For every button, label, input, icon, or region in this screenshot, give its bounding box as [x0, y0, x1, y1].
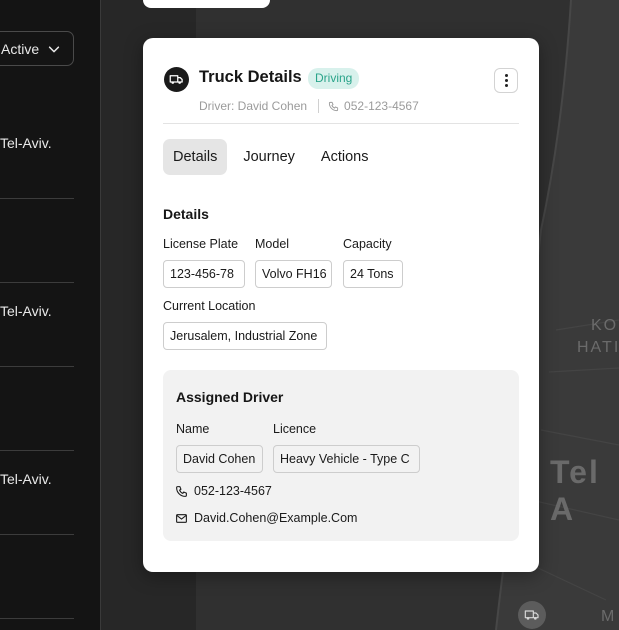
tab-bar: Details Journey Actions — [163, 139, 384, 175]
license-plate-field: 123-456-78 — [163, 260, 245, 288]
driver-summary: Driver: David Cohen 052-123-4567 — [199, 99, 419, 113]
current-location-label: Current Location — [163, 299, 256, 313]
driver-name-field: David Cohen — [176, 445, 263, 473]
kebab-menu-icon — [504, 74, 508, 77]
list-item-location[interactable]: Tel-Aviv. — [0, 471, 74, 487]
status-filter-value: Active — [1, 40, 40, 57]
list-divider — [0, 534, 74, 535]
map-truck-marker[interactable] — [518, 601, 546, 629]
list-item-location[interactable]: Tel-Aviv. — [0, 303, 74, 319]
truck-details-card: Truck Details Driving Driver: David Cohe… — [143, 38, 539, 572]
driver-name-label: Name — [176, 422, 210, 436]
truck-list-panel: Active Tel-Aviv. Tel-Aviv. Tel-Aviv. — [0, 0, 101, 630]
driver-name-text: Driver: David Cohen — [199, 99, 308, 113]
phone-icon — [176, 485, 187, 497]
map-city-label: Tel A — [550, 454, 600, 527]
license-plate-label: License Plate — [163, 237, 239, 251]
driver-email-row[interactable]: David.Cohen@Example.Com — [175, 511, 357, 525]
list-divider — [0, 618, 74, 619]
tab-journey[interactable]: Journey — [233, 139, 305, 175]
status-badge: Driving — [308, 68, 360, 89]
model-label: Model — [255, 237, 290, 251]
previous-card-edge — [143, 0, 270, 8]
map-label: KO — [591, 317, 619, 334]
list-divider — [0, 198, 74, 199]
map-label: M — [601, 608, 617, 625]
tab-details[interactable]: Details — [163, 139, 228, 175]
driver-email: David.Cohen@Example.Com — [194, 511, 358, 525]
driver-phone-text: 052-123-4567 — [344, 99, 419, 113]
truck-avatar — [164, 67, 189, 92]
driver-licence-field: Heavy Vehicle - Type C — [273, 445, 420, 473]
mail-icon — [176, 513, 187, 523]
truck-icon — [524, 610, 539, 620]
truck-icon — [169, 75, 183, 84]
tab-actions[interactable]: Actions — [311, 139, 379, 175]
details-section-title: Details — [163, 206, 209, 222]
current-location-field: Jerusalem, Industrial Zone — [163, 322, 327, 350]
capacity-label: Capacity — [343, 237, 392, 251]
list-divider — [0, 366, 74, 367]
driver-phone: 052-123-4567 — [194, 484, 272, 498]
list-divider — [0, 450, 74, 451]
card-title: Truck Details — [199, 68, 302, 86]
chevron-down-icon — [48, 45, 60, 52]
list-item-location[interactable]: Tel-Aviv. — [0, 135, 74, 151]
list-divider — [0, 282, 74, 283]
driver-phone-row[interactable]: 052-123-4567 — [175, 484, 272, 498]
driver-licence-label: Licence — [273, 422, 317, 436]
assigned-driver-title: Assigned Driver — [176, 389, 284, 405]
phone-icon — [328, 101, 339, 111]
status-filter-select[interactable]: Active — [0, 31, 74, 66]
capacity-field: 24 Tons — [343, 260, 403, 288]
kebab-menu-button[interactable] — [494, 68, 518, 93]
assigned-driver-panel: Assigned Driver Name Licence David Cohen… — [163, 370, 519, 541]
model-field: Volvo FH16 — [255, 260, 332, 288]
map-label: HATI — [577, 339, 619, 356]
header-divider — [163, 123, 519, 124]
